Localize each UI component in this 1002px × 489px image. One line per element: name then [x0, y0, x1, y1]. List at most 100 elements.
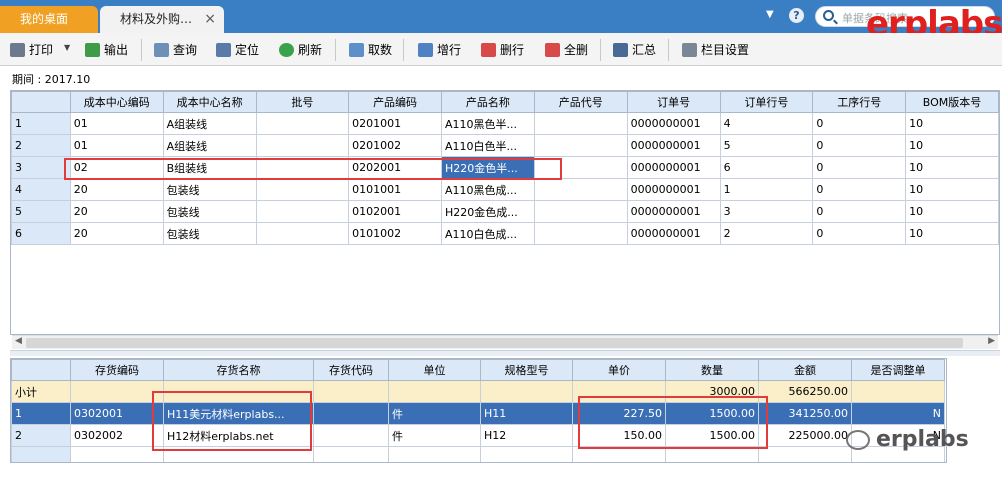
- cell[interactable]: [255, 178, 350, 201]
- cell-code[interactable]: 0302002: [70, 424, 164, 447]
- locate-button[interactable]: 定位: [216, 40, 259, 60]
- cell[interactable]: 包装线: [162, 200, 257, 223]
- horizontal-scrollbar[interactable]: ◀ ▶: [12, 335, 998, 349]
- cell[interactable]: 5: [719, 134, 814, 157]
- cell[interactable]: 0102001: [348, 200, 442, 223]
- cell[interactable]: 0: [812, 112, 907, 135]
- cell[interactable]: A组装线: [162, 112, 257, 135]
- cell[interactable]: 0101002: [348, 222, 442, 245]
- cell[interactable]: 10: [905, 156, 999, 179]
- column-header[interactable]: 单价: [572, 359, 666, 381]
- close-icon[interactable]: ×: [204, 6, 216, 33]
- row-number[interactable]: 3: [11, 156, 71, 179]
- cell[interactable]: 0201001: [348, 112, 442, 135]
- cell[interactable]: 0000000001: [626, 178, 721, 201]
- cell[interactable]: [255, 134, 350, 157]
- cell[interactable]: 0: [812, 222, 907, 245]
- column-header[interactable]: 产品代号: [533, 91, 628, 113]
- column-header[interactable]: 金额: [758, 359, 852, 381]
- tab-material-purchase[interactable]: 材料及外购… ×: [100, 6, 224, 33]
- cell[interactable]: A110白色成...: [440, 222, 535, 245]
- query-button[interactable]: 查询: [154, 40, 197, 60]
- column-settings-button[interactable]: 栏目设置: [682, 40, 749, 60]
- row-number[interactable]: 1: [11, 112, 71, 135]
- cell[interactable]: [533, 200, 628, 223]
- column-header[interactable]: 存货名称: [163, 359, 314, 381]
- add-row-button[interactable]: 增行: [418, 40, 461, 60]
- cell[interactable]: 6: [719, 156, 814, 179]
- cell[interactable]: 0201002: [348, 134, 442, 157]
- row-number[interactable]: 1: [11, 402, 71, 425]
- cell[interactable]: [255, 222, 350, 245]
- column-header[interactable]: BOM版本号: [905, 91, 999, 113]
- help-icon[interactable]: ?: [789, 8, 804, 23]
- cell[interactable]: [70, 446, 164, 462]
- column-header[interactable]: 存货编码: [70, 359, 164, 381]
- cell-spec[interactable]: H12: [480, 424, 573, 447]
- fetch-button[interactable]: 取数: [349, 40, 392, 60]
- cell[interactable]: 4: [719, 112, 814, 135]
- cell[interactable]: 0: [812, 134, 907, 157]
- summary-button[interactable]: 汇总: [613, 40, 656, 60]
- column-header[interactable]: 订单号: [626, 91, 721, 113]
- table-row[interactable]: 1 01 A组装线 0201001 A110黑色半... 0000000001 4 0 10: [11, 112, 999, 135]
- column-header[interactable]: 订单行号: [719, 91, 814, 113]
- cell[interactable]: 10: [905, 134, 999, 157]
- cell-amount[interactable]: 341250.00: [758, 402, 852, 425]
- column-header[interactable]: 成本中心名称: [162, 91, 257, 113]
- cell[interactable]: [533, 112, 628, 135]
- table-row[interactable]: 4 20 包装线 0101001 A110黑色成... 0000000001 1 0 10: [11, 178, 999, 201]
- cell[interactable]: 20: [69, 222, 164, 245]
- cell[interactable]: [533, 178, 628, 201]
- cell[interactable]: 包装线: [162, 222, 257, 245]
- table-row[interactable]: 5 20 包装线 0102001 H220金色成... 0000000001 3 0 10: [11, 200, 999, 223]
- row-number[interactable]: 4: [11, 178, 71, 201]
- cell[interactable]: [533, 134, 628, 157]
- row-number[interactable]: 2: [11, 424, 71, 447]
- cell[interactable]: A110黑色半...: [440, 112, 535, 135]
- cell[interactable]: 10: [905, 112, 999, 135]
- cell[interactable]: 01: [69, 112, 164, 135]
- cell[interactable]: 10: [905, 178, 999, 201]
- export-button[interactable]: 输出: [85, 40, 128, 60]
- column-header[interactable]: 批号: [255, 91, 350, 113]
- row-number[interactable]: 6: [11, 222, 71, 245]
- cell-code[interactable]: 0302001: [70, 402, 164, 425]
- cell[interactable]: 10: [905, 222, 999, 245]
- cell[interactable]: [388, 446, 481, 462]
- cell[interactable]: 20: [69, 178, 164, 201]
- cell[interactable]: 0000000001: [626, 222, 721, 245]
- delete-all-button[interactable]: 全删: [545, 40, 588, 60]
- tab-my-desktop[interactable]: 我的桌面: [0, 6, 98, 33]
- cell-alias[interactable]: [313, 424, 389, 447]
- cell[interactable]: 0: [812, 178, 907, 201]
- cell[interactable]: 0000000001: [626, 156, 721, 179]
- cell[interactable]: [255, 200, 350, 223]
- cell-adjust[interactable]: N: [851, 402, 945, 425]
- print-button[interactable]: 打印: [10, 40, 53, 60]
- cell[interactable]: A组装线: [162, 134, 257, 157]
- cell[interactable]: 0000000001: [626, 112, 721, 135]
- cell[interactable]: 0000000001: [626, 134, 721, 157]
- cell[interactable]: 10: [905, 200, 999, 223]
- delete-row-button[interactable]: 删行: [481, 40, 524, 60]
- cell-spec[interactable]: H11: [480, 402, 573, 425]
- scroll-right-icon[interactable]: ▶: [988, 336, 995, 346]
- column-header[interactable]: 存货代码: [313, 359, 389, 381]
- cell[interactable]: H220金色成...: [440, 200, 535, 223]
- chevron-down-icon[interactable]: ▼: [766, 9, 774, 20]
- cell[interactable]: 1: [719, 178, 814, 201]
- column-header[interactable]: 产品名称: [440, 91, 535, 113]
- cell-alias[interactable]: [313, 402, 389, 425]
- cell[interactable]: 0101001: [348, 178, 442, 201]
- cell[interactable]: 2: [719, 222, 814, 245]
- cell[interactable]: A110黑色成...: [440, 178, 535, 201]
- row-number[interactable]: 2: [11, 134, 71, 157]
- pane-splitter[interactable]: [10, 350, 1000, 356]
- scroll-thumb[interactable]: [26, 338, 963, 348]
- cell[interactable]: 20: [69, 200, 164, 223]
- cell[interactable]: 0000000001: [626, 200, 721, 223]
- scroll-left-icon[interactable]: ◀: [15, 336, 22, 346]
- row-number[interactable]: 5: [11, 200, 71, 223]
- column-header[interactable]: 规格型号: [480, 359, 573, 381]
